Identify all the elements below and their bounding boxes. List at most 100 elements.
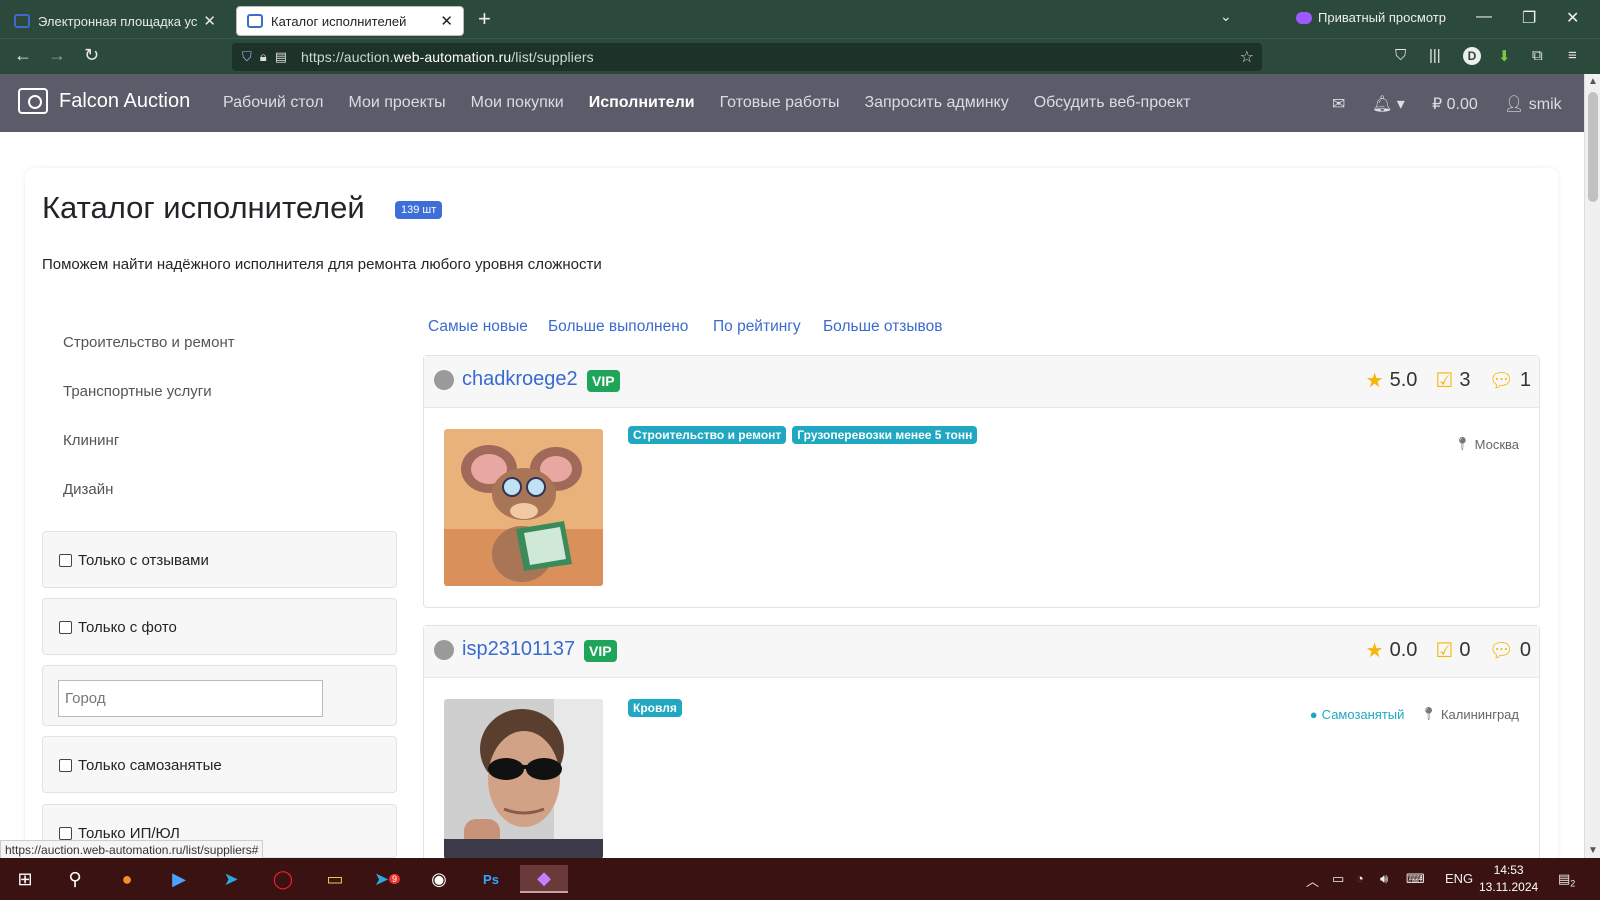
search-icon[interactable]: ⚲	[60, 865, 90, 893]
private-browsing-indicator: Приватный просмотр	[1296, 10, 1446, 25]
network-icon[interactable]: ◔	[1356, 871, 1364, 886]
telegram-icon[interactable]: ➤	[216, 865, 246, 893]
keyboard-icon[interactable]: ⌨	[1406, 871, 1425, 887]
selfemployed-only-checkbox[interactable]: Только самозанятые	[59, 757, 222, 774]
close-tab-icon[interactable]: ✕	[203, 12, 216, 30]
supplier-name[interactable]: chadkroege2	[462, 368, 578, 391]
bell-icon[interactable]: 🔔︎ ▾	[1372, 94, 1405, 114]
tray-chevron-icon[interactable]: ︿	[1306, 871, 1319, 890]
page-subtitle: Поможем найти надёжного исполнителя для …	[42, 256, 602, 273]
category-cleaning[interactable]: Клининг	[63, 432, 119, 449]
sort-most-completed[interactable]: Больше выполнено	[548, 318, 688, 336]
scroll-up-icon[interactable]: ▲	[1588, 76, 1598, 87]
bookmark-star-icon[interactable]: ☆	[1240, 47, 1254, 67]
download-icon[interactable]: ⬇	[1498, 47, 1511, 65]
system-clock[interactable]: 14:53 13.11.2024	[1479, 862, 1538, 896]
back-arrow-icon[interactable]: ←	[14, 45, 32, 66]
tag[interactable]: Грузоперевозки менее 5 тонн	[792, 426, 978, 444]
nav-request-admin[interactable]: Запросить админку	[864, 94, 1008, 112]
extensions-icon[interactable]: ⧉	[1532, 47, 1543, 64]
reviews-only-checkbox[interactable]: Только с отзывами	[59, 552, 209, 569]
photoshop-icon[interactable]: Ps	[476, 865, 506, 893]
play-icon[interactable]: ▶	[164, 865, 194, 893]
category-construction[interactable]: Строительство и ремонт	[63, 334, 235, 351]
lock-icon[interactable]: 🔒︎	[260, 49, 267, 65]
falcon-logo-icon[interactable]	[18, 88, 48, 114]
vip-badge: VIP	[587, 370, 620, 392]
checkbox[interactable]	[59, 759, 72, 772]
site-favicon-icon	[247, 14, 263, 28]
clock-time: 14:53	[1493, 863, 1524, 877]
windows-taskbar: ⊞ ⚲ ● ▶ ➤ ◯ ▭ ➤ 9 ◉ Ps ◆ ︿ ▭ ◔ 🔊︎ ⌨ ENG 1…	[0, 858, 1600, 900]
nav-dashboard[interactable]: Рабочий стол	[223, 94, 323, 112]
tab-title: Электронная площадка услуг	[38, 13, 198, 29]
nav-ready-works[interactable]: Готовые работы	[720, 94, 840, 112]
tag[interactable]: Строительство и ремонт	[628, 426, 787, 444]
filter-label: Только с фото	[78, 619, 177, 636]
pocket-icon[interactable]: ⛉	[1395, 47, 1406, 64]
firefox-icon[interactable]: ●	[112, 865, 142, 893]
close-window-icon[interactable]: ✕	[1566, 8, 1579, 28]
nav-discuss-project[interactable]: Обсудить веб-проект	[1034, 94, 1191, 112]
opera-icon[interactable]: ◯	[268, 865, 298, 893]
filter-label: Только с отзывами	[78, 552, 209, 569]
supplier-name[interactable]: isp23101137	[462, 638, 575, 661]
photo-only-checkbox[interactable]: Только с фото	[59, 619, 177, 636]
sort-most-reviews[interactable]: Больше отзывов	[823, 318, 942, 336]
nav-my-purchases[interactable]: Мои покупки	[471, 94, 564, 112]
obs-icon[interactable]: ◉	[424, 865, 454, 893]
file-explorer-icon[interactable]: ▭	[320, 865, 350, 893]
list-tabs-chevron-icon[interactable]: ⌄	[1220, 8, 1232, 25]
user-menu[interactable]: 👤︎ smik	[1504, 94, 1562, 114]
profile-icon[interactable]: D	[1463, 47, 1481, 65]
category-design[interactable]: Дизайн	[63, 481, 113, 498]
sort-by-rating[interactable]: По рейтингу	[713, 318, 801, 336]
reload-icon[interactable]: ↻	[84, 45, 99, 66]
volume-icon[interactable]: 🔊︎	[1380, 871, 1388, 887]
address-bar[interactable]: ⛉ 🔒︎ ▤ https://auction.web-automation.ru…	[232, 43, 1262, 71]
supplier-stats: ★ 5.0 ☑ 3 💬︎ 1	[1348, 368, 1531, 393]
page-info-icon[interactable]: ▤	[275, 49, 287, 65]
browser-tab-marketplace[interactable]: Электронная площадка услуг ✕	[4, 6, 226, 36]
battery-icon[interactable]: ▭	[1332, 871, 1344, 887]
menu-icon[interactable]: ≡	[1568, 47, 1577, 64]
scroll-thumb[interactable]	[1588, 92, 1598, 202]
brand-name[interactable]: Falcon Auction	[59, 90, 190, 113]
balance[interactable]: ₽ 0.00	[1432, 94, 1478, 114]
minimize-icon[interactable]: —	[1476, 8, 1492, 26]
new-tab-icon[interactable]: +	[478, 6, 491, 32]
tag[interactable]: Кровля	[628, 699, 682, 717]
scroll-down-icon[interactable]: ▼	[1588, 845, 1598, 856]
vip-badge: VIP	[584, 640, 617, 662]
mail-icon[interactable]: ✉	[1332, 94, 1345, 114]
offline-status-icon	[434, 370, 454, 390]
close-tab-icon[interactable]: ✕	[440, 12, 453, 30]
page-scrollbar[interactable]: ▲ ▼	[1584, 74, 1600, 858]
supplier-card: isp23101137 VIP ★ 0.0 ☑ 0 💬︎ 0 Кровля ● Само…	[423, 625, 1540, 865]
windows-start-icon[interactable]: ⊞	[10, 865, 40, 893]
telegram-alt-icon[interactable]: ➤ 9	[372, 865, 402, 893]
browser-tab-catalog[interactable]: Каталог исполнителей ✕	[236, 6, 464, 36]
tab-title: Каталог исполнителей	[271, 13, 407, 29]
forward-arrow-icon[interactable]: →	[48, 45, 66, 66]
language-indicator[interactable]: ENG	[1445, 871, 1473, 886]
page-title: Каталог исполнителей	[42, 190, 365, 225]
notifications-icon[interactable]: ▤2	[1558, 871, 1575, 889]
checkbox[interactable]	[59, 621, 72, 634]
supplier-avatar[interactable]	[444, 699, 603, 859]
city-input[interactable]: Город	[58, 680, 323, 717]
comments-icon: 💬︎	[1488, 640, 1514, 662]
restore-icon[interactable]: ❐	[1522, 8, 1536, 28]
nav-suppliers[interactable]: Исполнители	[589, 94, 695, 112]
supplier-avatar[interactable]	[444, 429, 603, 586]
checkbox[interactable]	[59, 827, 72, 840]
checkbox[interactable]	[59, 554, 72, 567]
supplier-tags: Строительство и ремонт Грузоперевозки ме…	[628, 426, 983, 444]
nav-my-projects[interactable]: Мои проекты	[348, 94, 445, 112]
library-icon[interactable]: |||	[1429, 47, 1441, 64]
shield-icon: ⛉	[242, 49, 252, 64]
category-transport[interactable]: Транспортные услуги	[63, 383, 212, 400]
sort-newest[interactable]: Самые новые	[428, 318, 528, 336]
supplier-header: isp23101137 VIP ★ 0.0 ☑ 0 💬︎ 0	[424, 626, 1539, 678]
firefox-private-icon[interactable]: ◆	[520, 865, 568, 893]
